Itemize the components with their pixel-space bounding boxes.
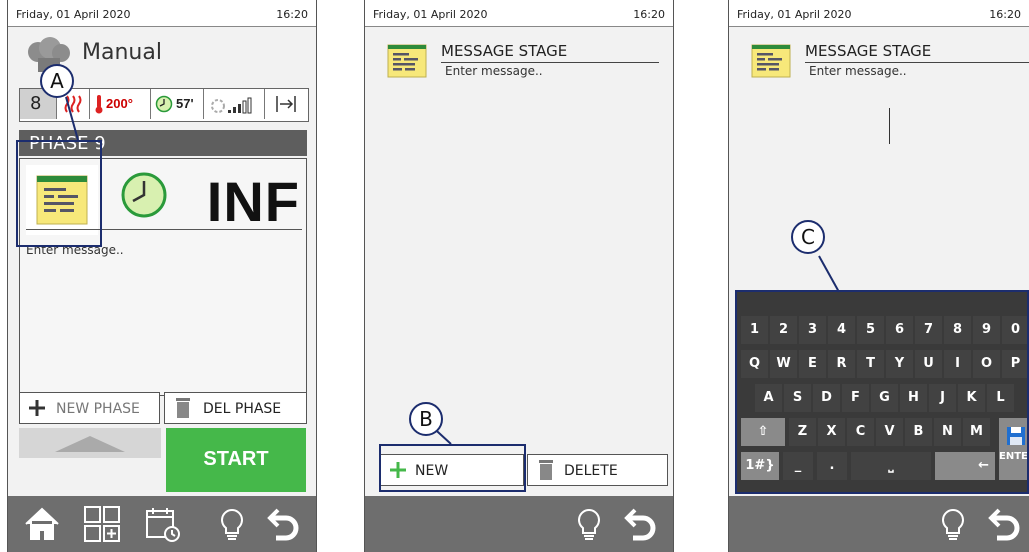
manual-screen: Friday, 01 April 2020 16:20 Manual 8 200…	[7, 0, 317, 552]
add-program-icon[interactable]	[82, 504, 122, 544]
callout-c-box	[735, 290, 1029, 494]
up-arrow-icon	[55, 436, 125, 452]
start-label: START	[203, 448, 269, 470]
back-icon[interactable]	[621, 504, 661, 544]
status-time: 16:20	[989, 8, 1021, 21]
title-divider	[441, 62, 659, 63]
title-divider	[805, 62, 1029, 63]
callout-a-leader	[65, 96, 79, 141]
status-date: Friday, 01 April 2020	[373, 8, 488, 21]
callout-a-badge: A	[40, 64, 74, 98]
delete-message-button[interactable]: DELETE	[527, 454, 668, 486]
new-phase-label: NEW PHASE	[56, 401, 140, 417]
bottom-nav	[8, 496, 316, 552]
callout-c-leader	[818, 255, 840, 293]
delete-message-label: DELETE	[564, 463, 618, 479]
bottom-nav	[365, 496, 673, 552]
trash-icon	[539, 460, 553, 480]
message-keyboard-screen: Friday, 01 April 2020 16:20 MESSAGE STAG…	[728, 0, 1029, 552]
callout-c-badge: C	[791, 220, 825, 254]
status-bar: Friday, 01 April 2020 16:20	[365, 0, 673, 27]
lightbulb-icon[interactable]	[212, 504, 252, 544]
home-icon[interactable]	[22, 504, 62, 544]
message-stage-screen: Friday, 01 April 2020 16:20 MESSAGE STAG…	[364, 0, 674, 552]
back-icon[interactable]	[264, 504, 304, 544]
start-button[interactable]: START	[166, 428, 306, 492]
bottom-nav	[729, 496, 1029, 552]
plus-icon	[29, 400, 45, 416]
status-bar: Friday, 01 April 2020 16:20	[729, 0, 1029, 27]
lightbulb-icon[interactable]	[569, 504, 609, 544]
back-icon[interactable]	[985, 504, 1025, 544]
new-phase-button[interactable]: NEW PHASE	[19, 392, 160, 424]
calendar-icon[interactable]	[142, 504, 182, 544]
note-icon	[751, 44, 791, 78]
lightbulb-icon[interactable]	[933, 504, 973, 544]
screen-title: MESSAGE STAGE	[441, 42, 568, 60]
delete-phase-button[interactable]: DEL PHASE	[164, 392, 307, 424]
callout-b-badge: B	[409, 402, 443, 436]
delete-phase-label: DEL PHASE	[203, 401, 282, 417]
text-cursor	[889, 108, 890, 144]
status-time: 16:20	[633, 8, 665, 21]
message-field[interactable]: Enter message..	[445, 64, 543, 78]
callout-b-box	[379, 444, 526, 492]
scroll-up-button[interactable]	[19, 428, 161, 458]
screen-title: MESSAGE STAGE	[805, 42, 932, 60]
note-icon	[387, 44, 427, 78]
status-date: Friday, 01 April 2020	[737, 8, 852, 21]
message-field[interactable]: Enter message..	[809, 64, 907, 78]
trash-icon	[176, 398, 190, 418]
